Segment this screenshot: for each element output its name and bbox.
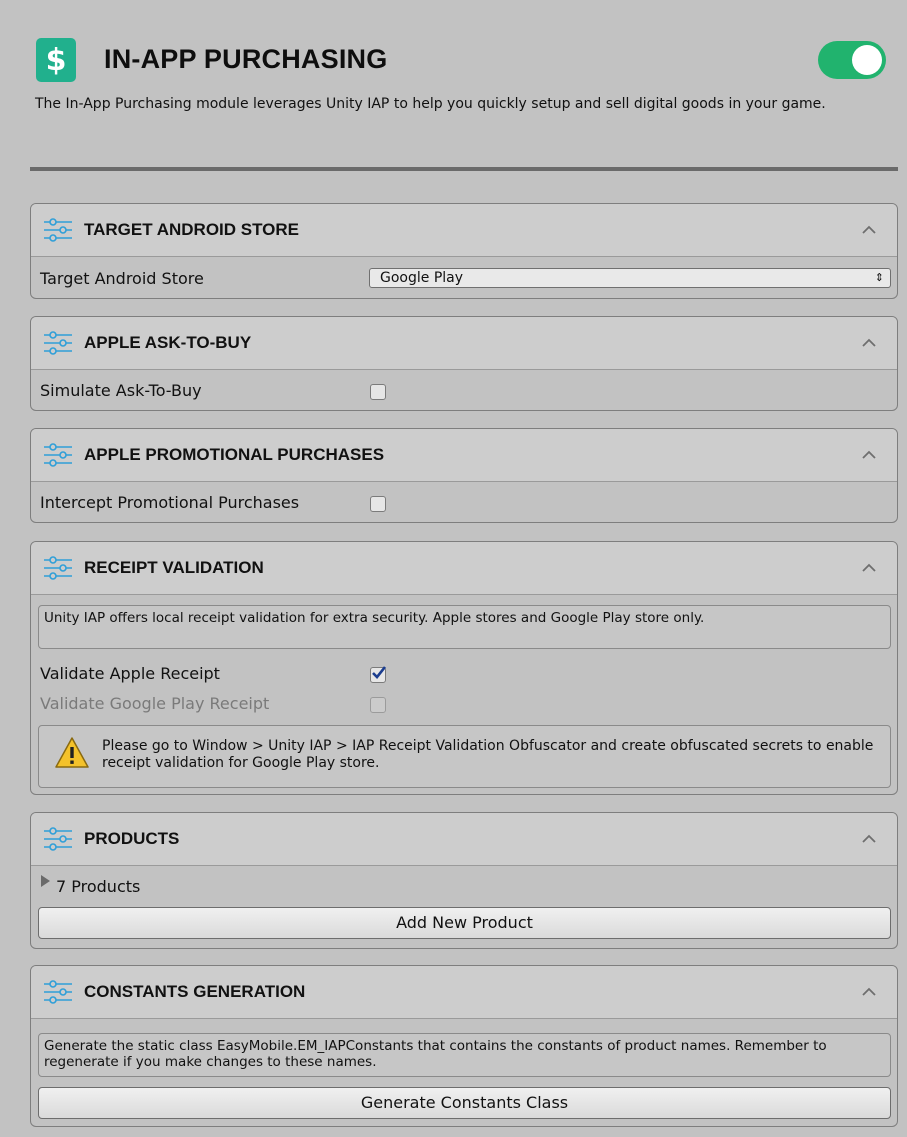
- section-receipt-validation: RECEIPT VALIDATION Unity IAP offers loca…: [30, 541, 898, 795]
- section-header[interactable]: RECEIPT VALIDATION: [31, 542, 897, 595]
- validate-google-play-receipt-label: Validate Google Play Receipt: [40, 694, 270, 713]
- constants-generation-info: Generate the static class EasyMobile.EM_…: [38, 1033, 891, 1077]
- chevron-up-icon[interactable]: [861, 335, 877, 351]
- warning-icon: [55, 737, 89, 768]
- products-foldout[interactable]: 7 Products: [56, 877, 140, 896]
- page-title: IN-APP PURCHASING: [104, 44, 388, 74]
- section-title: TARGET ANDROID STORE: [84, 220, 300, 239]
- section-title: PRODUCTS: [84, 829, 180, 848]
- section-apple-ask-to-buy: APPLE ASK-TO-BUY Simulate Ask-To-Buy: [30, 316, 898, 411]
- sliders-icon: [43, 218, 73, 242]
- sliders-icon: [43, 827, 73, 851]
- dollar-icon: $: [36, 38, 76, 82]
- chevron-up-icon[interactable]: [861, 984, 877, 1000]
- header-divider: [30, 167, 898, 171]
- sliders-icon: [43, 443, 73, 467]
- section-header[interactable]: APPLE PROMOTIONAL PURCHASES: [31, 429, 897, 482]
- warning-text: Please go to Window > Unity IAP > IAP Re…: [102, 738, 874, 771]
- section-title: APPLE ASK-TO-BUY: [84, 333, 252, 352]
- foldout-arrow-icon[interactable]: [41, 875, 50, 887]
- section-title: RECEIPT VALIDATION: [84, 558, 264, 577]
- section-header[interactable]: PRODUCTS: [31, 813, 897, 866]
- sliders-icon: [43, 980, 73, 1004]
- chevron-up-icon[interactable]: [861, 447, 877, 463]
- module-header: $ IN-APP PURCHASING The In-App Purchasin…: [0, 0, 907, 160]
- select-value: Google Play: [380, 270, 464, 286]
- simulate-ask-to-buy-checkbox[interactable]: [370, 384, 386, 400]
- chevron-up-icon[interactable]: [861, 831, 877, 847]
- add-new-product-button[interactable]: Add New Product: [38, 907, 891, 939]
- simulate-ask-to-buy-label: Simulate Ask-To-Buy: [40, 381, 202, 400]
- validate-apple-receipt-label: Validate Apple Receipt: [40, 664, 220, 683]
- generate-constants-class-button[interactable]: Generate Constants Class: [38, 1087, 891, 1119]
- section-products: PRODUCTS 7 Products Add New Product: [30, 812, 898, 949]
- section-header[interactable]: APPLE ASK-TO-BUY: [31, 317, 897, 370]
- module-description: The In-App Purchasing module leverages U…: [35, 96, 826, 112]
- receipt-validation-warning: Please go to Window > Unity IAP > IAP Re…: [38, 725, 891, 788]
- module-enable-toggle[interactable]: [818, 41, 886, 79]
- chevron-up-icon[interactable]: [861, 560, 877, 576]
- checkmark-icon: [372, 666, 387, 679]
- section-apple-promotional-purchases: APPLE PROMOTIONAL PURCHASES Intercept Pr…: [30, 428, 898, 523]
- sliders-icon: [43, 331, 73, 355]
- chevron-up-icon[interactable]: [861, 222, 877, 238]
- select-arrows-icon: ⇕: [874, 271, 884, 284]
- target-android-store-label: Target Android Store: [40, 269, 204, 288]
- toggle-knob: [852, 45, 882, 75]
- section-target-android-store: TARGET ANDROID STORE Target Android Stor…: [30, 203, 898, 299]
- validate-google-play-receipt-checkbox[interactable]: [370, 697, 386, 713]
- intercept-promotional-purchases-checkbox[interactable]: [370, 496, 386, 512]
- section-constants-generation: CONSTANTS GENERATION Generate the static…: [30, 965, 898, 1127]
- section-title: CONSTANTS GENERATION: [84, 982, 306, 1001]
- intercept-promotional-purchases-label: Intercept Promotional Purchases: [40, 493, 300, 512]
- section-header[interactable]: CONSTANTS GENERATION: [31, 966, 897, 1019]
- target-android-store-select[interactable]: Google Play ⇕: [369, 268, 891, 288]
- section-title: APPLE PROMOTIONAL PURCHASES: [84, 445, 385, 464]
- section-header[interactable]: TARGET ANDROID STORE: [31, 204, 897, 257]
- receipt-validation-info: Unity IAP offers local receipt validatio…: [38, 605, 891, 649]
- validate-apple-receipt-checkbox[interactable]: [370, 666, 387, 683]
- sliders-icon: [43, 556, 73, 580]
